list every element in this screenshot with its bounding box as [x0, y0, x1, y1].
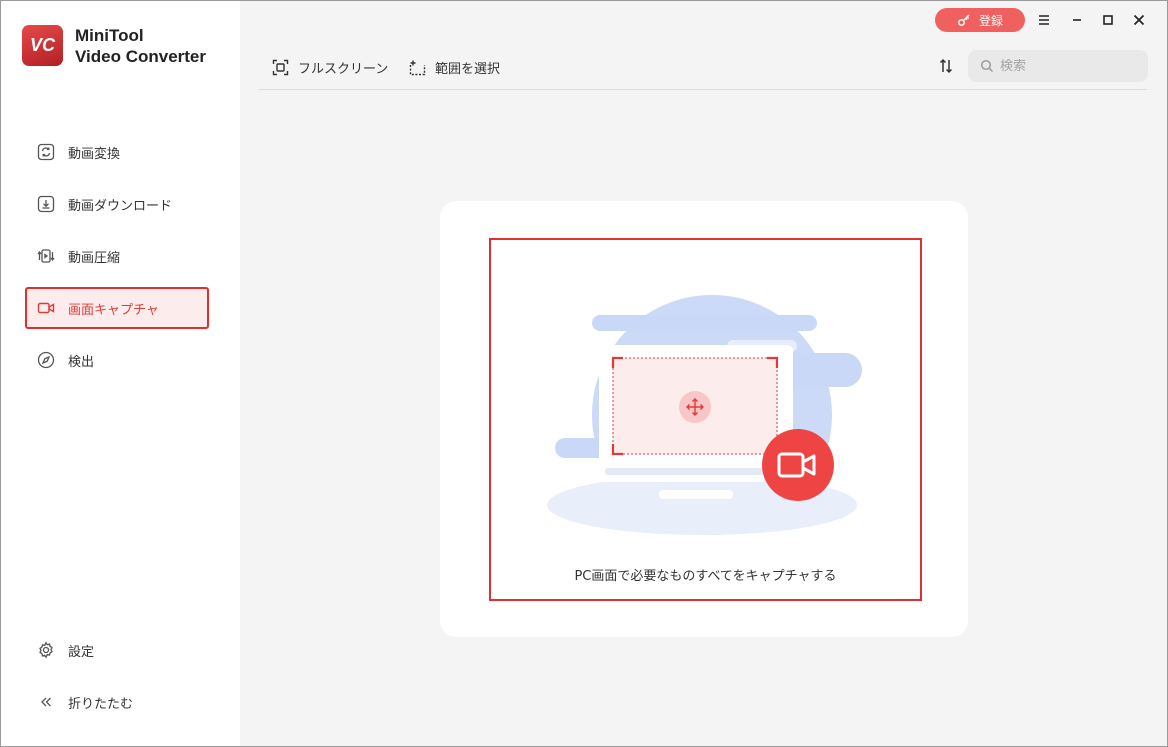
- sidebar-item-label: 検出: [68, 354, 95, 370]
- maximize-icon: [1103, 15, 1113, 25]
- app-window: VC MiniTool Video Converter 動画変換 動画ダウンロー…: [0, 0, 1168, 747]
- sort-button[interactable]: [936, 56, 956, 76]
- sidebar-item-discover[interactable]: 検出: [25, 339, 215, 381]
- app-logo: VC: [22, 25, 63, 66]
- key-icon: [957, 13, 971, 27]
- video-camera-icon: [36, 298, 56, 318]
- sidebar: VC MiniTool Video Converter 動画変換 動画ダウンロー…: [1, 1, 240, 746]
- region-select-icon: [409, 59, 426, 76]
- sidebar-item-label: 折りたたむ: [68, 696, 134, 712]
- register-label: 登録: [978, 13, 1003, 28]
- close-button[interactable]: [1129, 10, 1149, 30]
- sidebar-item-label: 設定: [68, 644, 95, 660]
- fullscreen-label: フルスクリーン: [298, 61, 389, 77]
- brand-line-1: MiniTool: [75, 26, 144, 45]
- search-box[interactable]: [968, 50, 1148, 82]
- compress-icon: [36, 246, 56, 266]
- sidebar-bottom-nav: 設定 折りたたむ: [25, 629, 215, 733]
- gear-icon: [36, 640, 56, 660]
- sidebar-item-label: 画面キャプチャ: [68, 302, 159, 318]
- compass-icon: [36, 350, 56, 370]
- menu-icon: [1039, 15, 1049, 25]
- brand-line-2: Video Converter: [75, 47, 207, 66]
- capture-caption: PC画面で必要なものすべてをキャプチャする: [574, 569, 837, 584]
- fullscreen-icon: [272, 59, 289, 76]
- maximize-button[interactable]: [1098, 10, 1118, 30]
- sidebar-item-label: 動画ダウンロード: [68, 198, 173, 214]
- screen-capture-illustration: [547, 295, 862, 535]
- convert-icon: [36, 142, 56, 162]
- minimize-icon: [1073, 19, 1081, 21]
- menu-button[interactable]: [1034, 10, 1054, 30]
- close-icon: [1133, 14, 1145, 26]
- download-icon: [36, 194, 56, 214]
- search-input[interactable]: [1000, 58, 1140, 74]
- collapse-icon: [36, 692, 56, 712]
- fullscreen-button[interactable]: フルスクリーン: [272, 56, 388, 78]
- toolbar-divider: [259, 89, 1147, 90]
- sidebar-item-collapse[interactable]: 折りたたむ: [25, 681, 215, 723]
- sidebar-item-video-compress[interactable]: 動画圧縮: [25, 235, 215, 277]
- select-region-button[interactable]: 範囲を選択: [409, 56, 500, 78]
- sidebar-item-video-convert[interactable]: 動画変換: [25, 131, 215, 173]
- minimize-button[interactable]: [1067, 10, 1087, 30]
- sidebar-item-settings[interactable]: 設定: [25, 629, 215, 671]
- brand-text: MiniTool Video Converter: [75, 25, 206, 67]
- brand: VC MiniTool Video Converter: [22, 25, 206, 67]
- sidebar-item-label: 動画圧縮: [68, 250, 121, 266]
- register-button[interactable]: 登録: [935, 8, 1025, 32]
- sidebar-item-label: 動画変換: [68, 146, 121, 162]
- sidebar-nav: 動画変換 動画ダウンロード 動画圧縮 画面キャプチャ 検出: [25, 131, 215, 391]
- select-region-label: 範囲を選択: [435, 61, 501, 77]
- capture-area[interactable]: PC画面で必要なものすべてをキャプチャする: [489, 238, 922, 601]
- sidebar-item-screen-capture[interactable]: 画面キャプチャ: [25, 287, 209, 329]
- search-icon: [980, 59, 994, 73]
- sort-icon: [939, 58, 953, 74]
- sidebar-item-video-download[interactable]: 動画ダウンロード: [25, 183, 215, 225]
